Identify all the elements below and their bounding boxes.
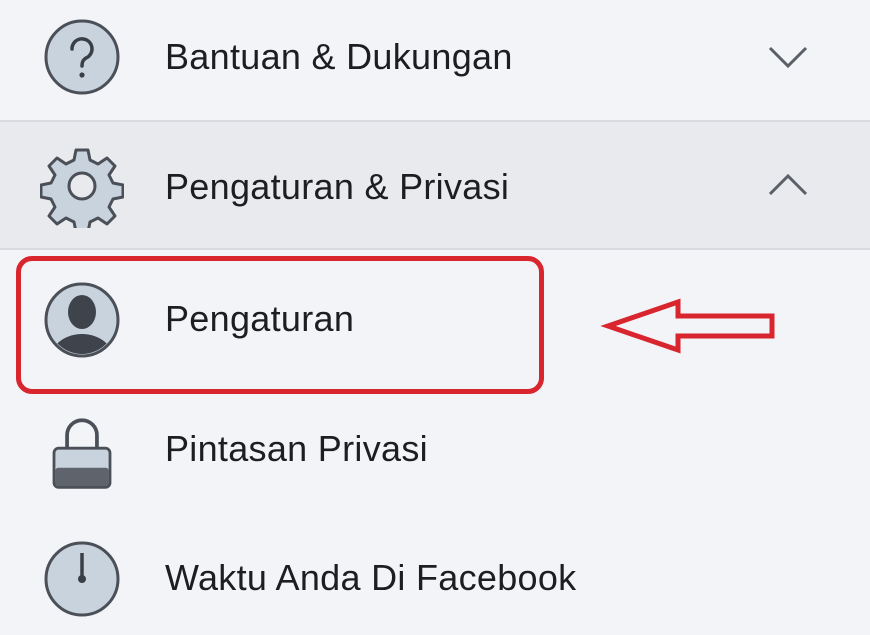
menu-item-privacy-shortcuts[interactable]: Pintasan Privasi bbox=[0, 395, 870, 500]
chevron-down-icon[interactable] bbox=[766, 42, 810, 72]
clock-icon bbox=[44, 541, 120, 617]
menu-item-label: Pintasan Privasi bbox=[165, 428, 428, 469]
question-circle-icon bbox=[44, 19, 120, 95]
lock-icon bbox=[52, 418, 112, 489]
menu-item-help-support[interactable]: Bantuan & Dukungan bbox=[0, 0, 870, 118]
menu-item-settings-privacy[interactable]: Pengaturan & Privasi bbox=[0, 120, 870, 250]
menu-item-label: Pengaturan & Privasi bbox=[165, 166, 510, 207]
menu-item-label: Bantuan & Dukungan bbox=[165, 36, 513, 77]
menu-item-time-on-facebook[interactable]: Waktu Anda Di Facebook bbox=[0, 525, 870, 635]
menu-item-label: Waktu Anda Di Facebook bbox=[165, 557, 577, 598]
gear-icon bbox=[40, 148, 124, 228]
left-arrow-icon bbox=[600, 298, 775, 354]
chevron-up-icon[interactable] bbox=[766, 170, 810, 200]
highlight-box bbox=[16, 256, 544, 394]
